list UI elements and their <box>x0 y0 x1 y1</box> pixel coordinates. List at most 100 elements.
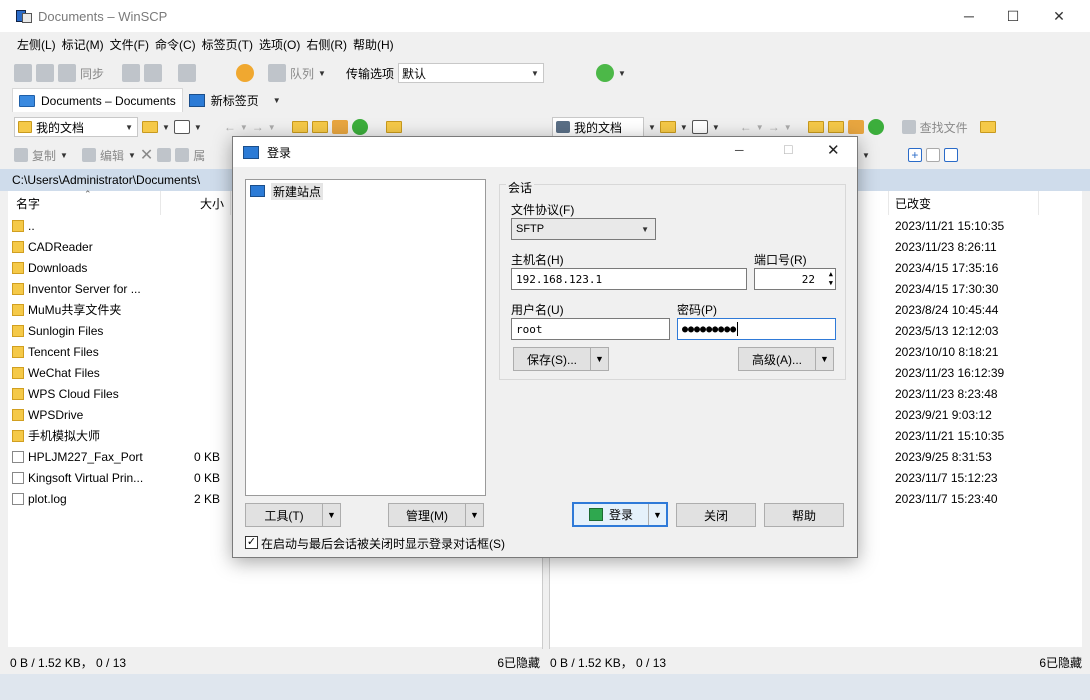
open-folder-icon[interactable] <box>659 121 676 133</box>
dialog-close-button[interactable]: ✕ <box>827 141 840 159</box>
queue-dropdown-icon[interactable]: ▼ <box>318 69 326 78</box>
filter-dropdown-icon[interactable]: ▼ <box>194 123 202 132</box>
find-files-button[interactable]: 查找文件 <box>920 119 968 136</box>
tools-button[interactable]: 工具(T) ▼ <box>245 503 341 527</box>
menu-options[interactable]: 选项(O) <box>256 36 303 53</box>
filter-dropdown-icon[interactable]: ▼ <box>712 123 720 132</box>
menu-mark[interactable]: 标记(M) <box>59 36 107 53</box>
dialog-minimize-button[interactable]: ─ <box>735 143 744 157</box>
left-hidden-count[interactable]: 6已隐藏 <box>497 654 540 671</box>
advanced-button[interactable]: 高级(A)... ▼ <box>738 347 834 371</box>
root-dir-icon[interactable] <box>311 121 328 133</box>
left-location-select[interactable]: 我的文档 ▼ <box>14 117 138 137</box>
back-dropdown-icon[interactable]: ▼ <box>756 123 764 132</box>
right-actions-dropdown-icon[interactable]: ▼ <box>862 151 870 160</box>
edit-dropdown-icon[interactable]: ▼ <box>128 151 136 160</box>
forward-arrow-icon[interactable]: → <box>768 120 780 134</box>
back-arrow-icon[interactable]: ← <box>740 120 752 134</box>
back-arrow-icon[interactable]: ← <box>224 120 236 134</box>
properties-icon[interactable] <box>175 148 190 162</box>
sync-browse-icon[interactable] <box>36 64 54 82</box>
new-plus-icon[interactable]: + <box>907 148 922 162</box>
column-changed[interactable]: 已改变 <box>895 195 931 212</box>
properties-button[interactable]: 属 <box>193 147 205 164</box>
find-files-icon[interactable] <box>901 120 916 134</box>
login-button[interactable]: 登录 ▼ <box>572 502 668 527</box>
save-button[interactable]: 保存(S)... ▼ <box>513 347 609 371</box>
site-tree[interactable]: 新建站点 <box>245 179 486 496</box>
manage-dropdown-icon[interactable]: ▼ <box>465 504 483 526</box>
password-input[interactable]: ●●●●●●●●● <box>677 318 836 340</box>
close-button[interactable]: 关闭 <box>676 503 756 527</box>
spin-arrows-icon[interactable]: ▲ ▼ <box>829 270 833 288</box>
forward-dropdown-icon[interactable]: ▼ <box>268 123 276 132</box>
menu-left[interactable]: 左侧(L) <box>14 36 59 53</box>
sync-globe-icon[interactable] <box>595 64 614 82</box>
left-path[interactable]: C:\Users\Administrator\Documents\ <box>12 173 200 187</box>
copy-button[interactable]: 复制 <box>32 147 56 164</box>
host-input[interactable]: 192.168.123.1 <box>511 268 747 290</box>
menu-commands[interactable]: 命令(C) <box>152 36 199 53</box>
column-size[interactable]: 大小 <box>200 195 224 212</box>
open-folder-dropdown-icon[interactable]: ▼ <box>680 123 688 132</box>
new-tab-dropdown-icon[interactable]: ▼ <box>273 96 281 105</box>
root-dir-icon[interactable] <box>827 121 844 133</box>
preferences-gear-icon[interactable] <box>236 64 255 82</box>
sync-globe-dropdown-icon[interactable]: ▼ <box>618 69 626 78</box>
filter-icon[interactable] <box>173 120 190 134</box>
rename-icon[interactable] <box>157 148 172 162</box>
forward-dropdown-icon[interactable]: ▼ <box>784 123 792 132</box>
column-name[interactable]: 名字 <box>16 195 40 212</box>
menu-right[interactable]: 右侧(R) <box>303 36 350 53</box>
open-folder-dropdown-icon[interactable]: ▼ <box>162 123 170 132</box>
minimize-button[interactable]: ─ <box>946 0 992 32</box>
show-login-checkbox[interactable]: ✓ <box>245 536 258 549</box>
right-location-select[interactable]: 我的文档 <box>552 117 644 137</box>
filter-icon[interactable] <box>691 120 708 134</box>
edit-icon[interactable] <box>81 148 96 162</box>
port-stepper[interactable]: 22 ▲ ▼ <box>754 268 836 290</box>
login-dropdown-icon[interactable]: ▼ <box>648 504 666 525</box>
menu-tabs[interactable]: 标签页(T) <box>199 36 256 53</box>
username-input[interactable]: root <box>511 318 670 340</box>
menu-file[interactable]: 文件(F) <box>107 36 152 53</box>
menu-help[interactable]: 帮助(H) <box>350 36 397 53</box>
show-login-checkbox-label[interactable]: 在启动与最后会话被关闭时显示登录对话框(S) <box>261 535 505 552</box>
right-hidden-count[interactable]: 6已隐藏 <box>1039 654 1082 671</box>
open-folder-icon[interactable] <box>142 121 158 133</box>
advanced-dropdown-icon[interactable]: ▼ <box>815 348 833 370</box>
right-location-dropdown-icon[interactable]: ▼ <box>648 123 656 132</box>
tree-toggle-icon[interactable] <box>979 121 996 133</box>
tools-dropdown-icon[interactable]: ▼ <box>322 504 340 526</box>
transfer-options-select[interactable]: 默认 ▼ <box>397 63 544 83</box>
minus-icon[interactable] <box>925 148 940 162</box>
manage-button[interactable]: 管理(M) ▼ <box>388 503 484 527</box>
edit-button[interactable]: 编辑 <box>100 147 124 164</box>
parent-dir-icon[interactable] <box>291 121 308 133</box>
help-button[interactable]: 帮助 <box>764 503 844 527</box>
select-filter-icon[interactable] <box>943 148 958 162</box>
queue-label[interactable]: 队列 <box>290 65 314 82</box>
compare-dirs-icon[interactable] <box>14 64 32 82</box>
putty-icon[interactable] <box>144 64 163 82</box>
home-icon[interactable] <box>847 120 864 134</box>
refresh-icon[interactable] <box>178 64 197 82</box>
back-dropdown-icon[interactable]: ▼ <box>240 123 248 132</box>
refresh-pane-icon[interactable] <box>351 119 368 135</box>
close-window-button[interactable]: ✕ <box>1036 0 1082 32</box>
site-tree-item-new[interactable]: 新建站点 <box>250 182 485 200</box>
queue-icon[interactable] <box>268 64 287 82</box>
protocol-select[interactable]: SFTP ▼ <box>511 218 656 240</box>
copy-icon[interactable] <box>14 148 28 162</box>
maximize-button[interactable]: ☐ <box>990 0 1036 32</box>
console-icon[interactable] <box>122 64 141 82</box>
tab-documents[interactable]: Documents – Documents <box>12 88 183 112</box>
sync-label[interactable]: 同步 <box>80 65 104 82</box>
save-dropdown-icon[interactable]: ▼ <box>590 348 608 370</box>
refresh-pane-icon[interactable] <box>867 119 884 135</box>
tree-toggle-icon[interactable] <box>385 121 402 133</box>
copy-dropdown-icon[interactable]: ▼ <box>60 151 68 160</box>
delete-icon[interactable]: ✕ <box>140 145 153 165</box>
home-icon[interactable] <box>331 120 348 134</box>
forward-arrow-icon[interactable]: → <box>252 120 264 134</box>
